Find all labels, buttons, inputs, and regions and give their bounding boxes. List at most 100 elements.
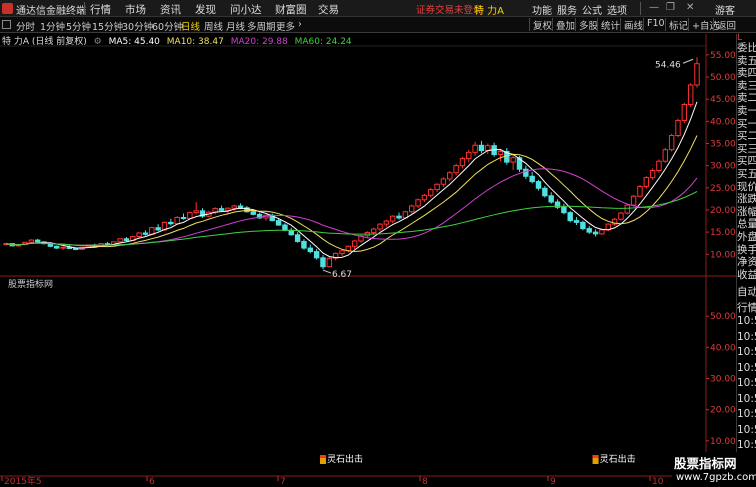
candle-up	[60, 246, 66, 249]
candle-up	[428, 189, 434, 196]
candle-down	[301, 240, 307, 249]
candle-down	[275, 220, 282, 226]
candle-up	[662, 149, 669, 162]
candle-up	[459, 158, 466, 167]
candle-up	[630, 195, 637, 206]
tick-time: 10:5	[737, 423, 756, 436]
y-tick-label: 15.00	[710, 228, 736, 238]
candle-down	[573, 220, 580, 223]
low-label: 6.67	[332, 270, 352, 280]
candle-down	[567, 212, 573, 222]
candle-up	[370, 228, 377, 234]
candle-down	[478, 144, 485, 152]
candle-up	[149, 227, 155, 235]
y-tick-label: 35.00	[710, 139, 736, 149]
candle-up	[187, 212, 193, 219]
signal-marker-cap	[592, 455, 599, 458]
candle-down	[313, 251, 320, 259]
low-pointer	[322, 269, 332, 274]
candle-up	[225, 207, 231, 211]
candle-up	[668, 135, 675, 151]
candle-down	[53, 245, 60, 249]
candle-down	[580, 221, 586, 230]
candle-down	[523, 168, 529, 177]
y-tick-label: 20.00	[710, 406, 736, 416]
high-pointer	[682, 58, 694, 64]
candle-up	[351, 240, 358, 247]
tick-time: 10:5	[737, 361, 756, 374]
candle-down	[168, 221, 174, 225]
y-tick-label: 55.00	[710, 51, 736, 61]
candle-down	[282, 224, 288, 231]
y-tick-label: 50.00	[710, 73, 736, 83]
candle-down	[237, 205, 244, 209]
candle-up	[193, 210, 199, 214]
tick-time: 10:5	[737, 408, 756, 420]
candle-down	[396, 215, 402, 219]
ma60-line	[5, 191, 698, 246]
candle-down	[592, 231, 599, 235]
tick-time: 10:5	[737, 315, 756, 327]
x-tick-label: 7	[280, 477, 286, 487]
candle-up	[472, 144, 478, 153]
candle-up	[136, 232, 142, 238]
candle-up	[409, 205, 415, 213]
candle-down	[548, 195, 554, 203]
x-tick-label: 10	[652, 477, 664, 487]
y-tick-label: 20.00	[710, 206, 736, 216]
candle-up	[510, 157, 516, 163]
candle-up	[681, 103, 688, 121]
candle-up	[643, 177, 650, 187]
y-tick-label: 25.00	[710, 184, 736, 194]
tick-time: 10:5	[737, 330, 756, 343]
tick-time: 10:5	[737, 439, 756, 451]
candle-up	[383, 220, 390, 225]
candle-up	[28, 239, 35, 243]
x-tick-label: 2015年5	[4, 475, 42, 487]
watermark-url: www.7gpzb.com	[676, 472, 756, 483]
candle-down	[250, 211, 256, 215]
candle-down	[288, 229, 294, 236]
candle-up	[434, 183, 440, 191]
candle-down	[529, 175, 535, 183]
candle-up	[231, 205, 237, 209]
candle-up	[339, 250, 345, 254]
y-tick-label: 10.00	[710, 250, 736, 260]
candle-up	[624, 204, 630, 214]
candle-down	[73, 248, 79, 251]
watermark: 股票指标网 www.7gpzb.com	[672, 452, 756, 487]
tick-time: 10:5	[737, 392, 756, 405]
auto-quote-label[interactable]: 行情	[737, 300, 756, 315]
candle-up	[440, 178, 447, 185]
indicator-title: 股票指标网	[8, 280, 54, 290]
candle-up	[466, 151, 472, 160]
signal-marker-cap	[319, 455, 326, 458]
candle-down	[123, 238, 130, 242]
price-chart[interactable]: 54.46 6.67 55.00 50.00 45.00 40.00 35.00 30.00…	[0, 0, 756, 487]
candle-up	[421, 194, 428, 201]
candle-down	[561, 206, 567, 214]
candle-up	[694, 63, 700, 86]
candle-down	[294, 234, 301, 242]
signal-label: 灵石出击	[600, 453, 636, 465]
candle-up	[174, 216, 180, 225]
candle-up	[637, 185, 643, 197]
auto-quote-label[interactable]: 自动	[737, 284, 756, 299]
quote-panel: L 委比 卖五 卖四 卖三 卖二 卖一 买一 买二 买三 买四 买五 现价 涨跌 涨幅 总量 外盘 换手 净资 收益自…	[736, 33, 756, 487]
candle-up	[389, 215, 396, 222]
candle-up	[415, 199, 421, 207]
candle-down	[542, 187, 548, 197]
candle-up	[117, 238, 123, 243]
candle-up	[649, 170, 656, 179]
candle-up	[675, 119, 681, 137]
candle-down	[307, 247, 314, 253]
tick-time: 10:5	[737, 377, 756, 389]
candle-up	[497, 150, 504, 156]
y-tick-label: 40.00	[710, 117, 736, 127]
candle-down	[34, 239, 41, 243]
y-tick-label: 30.00	[710, 375, 736, 385]
candle-up	[618, 212, 624, 220]
candle-up	[377, 223, 383, 230]
y-tick-label: 50.00	[710, 312, 736, 322]
candle-down	[535, 181, 542, 189]
